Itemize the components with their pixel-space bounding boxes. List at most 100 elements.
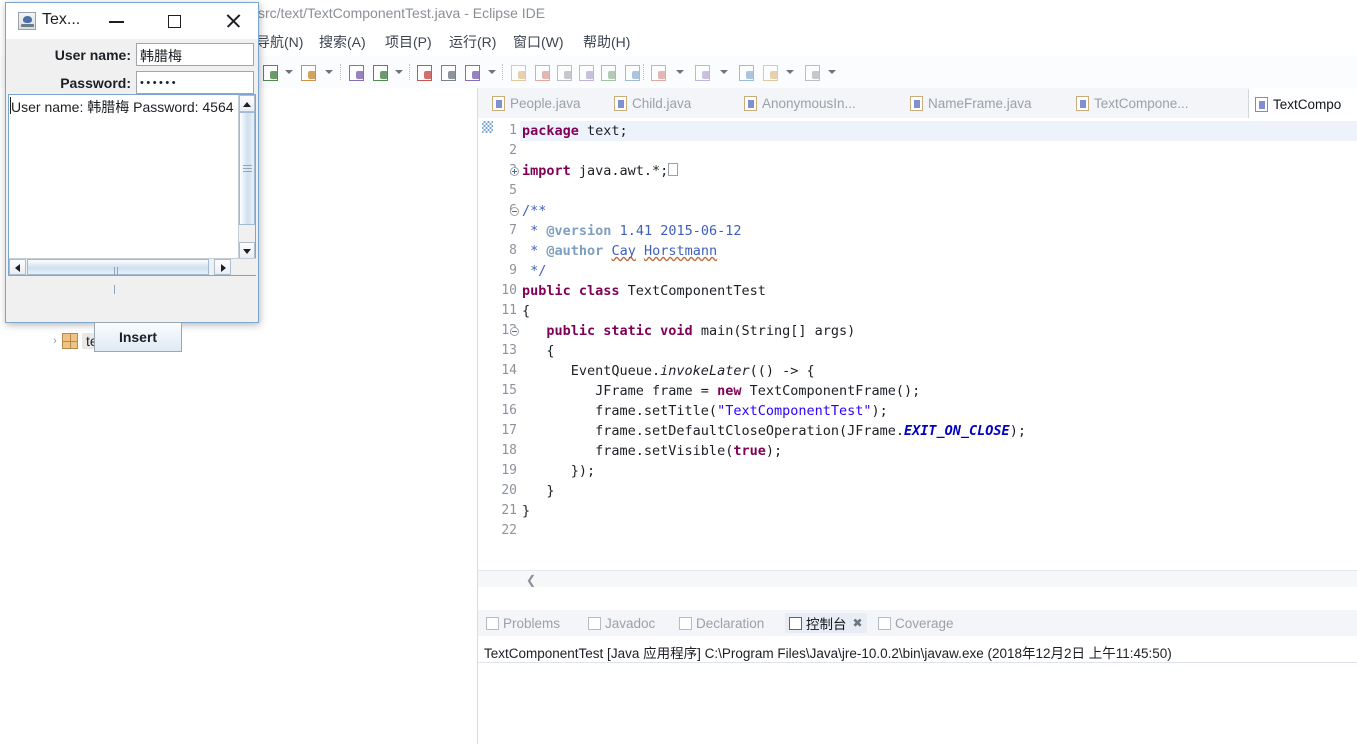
- debug-icon[interactable]: [416, 63, 434, 81]
- chevron-left-icon[interactable]: ❮: [526, 573, 536, 587]
- search-icon[interactable]: [510, 63, 528, 81]
- fold-toggle-12[interactable]: [510, 327, 519, 336]
- horizontal-scroll-thumb[interactable]: [27, 259, 209, 294]
- forward-icon[interactable]: [804, 63, 822, 81]
- scroll-down-button[interactable]: [239, 242, 255, 259]
- bottom-tab-1[interactable]: Javadoc: [588, 613, 655, 633]
- chevron-down-icon[interactable]: [676, 70, 684, 74]
- editor-horizontal-scrollbar[interactable]: ❮: [478, 570, 1357, 587]
- fold-toggle-6[interactable]: [510, 207, 519, 216]
- java-file-icon: [1076, 95, 1089, 111]
- chevron-down-icon[interactable]: [325, 70, 333, 74]
- console-header-divider: [478, 662, 1357, 663]
- editor-tab-3[interactable]: NameFrame.java: [904, 88, 1044, 118]
- code-line-16: frame.setTitle("TextComponentTest");: [522, 403, 888, 419]
- export-icon[interactable]: [578, 63, 596, 81]
- textarea-horizontal-scrollbar[interactable]: [9, 258, 256, 294]
- scroll-up-button[interactable]: [239, 95, 255, 112]
- bottom-view-stack: Problems Javadoc Declaration 控制台 ✖ Coverage T…: [478, 610, 1357, 744]
- menu-item-3[interactable]: 运行(R): [449, 32, 496, 52]
- menu-item-0[interactable]: 导航(N): [256, 32, 303, 52]
- chevron-down-icon[interactable]: [285, 70, 293, 74]
- line-number-10: 10: [501, 283, 517, 298]
- close-button[interactable]: [222, 11, 244, 31]
- insert-button[interactable]: Insert: [94, 322, 182, 352]
- dialog-titlebar[interactable]: Tex...: [6, 3, 258, 40]
- toolbar-separator: [340, 64, 342, 80]
- chevron-down-icon[interactable]: [720, 70, 728, 74]
- line-number-19: 19: [501, 463, 517, 478]
- refresh-icon[interactable]: [372, 63, 390, 81]
- fold-toggle-3[interactable]: [510, 167, 519, 176]
- bottom-tab-label: Coverage: [895, 615, 954, 631]
- run-icon[interactable]: [464, 63, 482, 81]
- lightning-icon[interactable]: [534, 63, 552, 81]
- textarea-vertical-scrollbar[interactable]: [238, 95, 255, 259]
- scroll-right-button[interactable]: [214, 259, 231, 275]
- line-number-5: 5: [509, 183, 517, 198]
- link-icon[interactable]: [556, 63, 574, 81]
- code-line-17: frame.setDefaultCloseOperation(JFrame.EX…: [522, 423, 1026, 439]
- code-pane[interactable]: 1235678910111213141516171819202122 packa…: [478, 118, 1357, 570]
- eclipse-window-title: src/text/TextComponentTest.java - Eclips…: [258, 5, 546, 21]
- code-line-10: public class TextComponentTest: [522, 283, 766, 299]
- editor-tab-label: Child.java: [632, 95, 692, 111]
- editor-tab-1[interactable]: Child.java: [608, 88, 708, 118]
- back2-icon[interactable]: [762, 63, 780, 81]
- code-line-1: package text;: [522, 123, 628, 139]
- menu-item-4[interactable]: 窗口(W): [513, 32, 564, 52]
- editor-tab-2[interactable]: AnonymousIn...: [738, 88, 868, 118]
- editor-tab-bar: People.java Child.java AnonymousIn... NameF…: [478, 88, 1357, 119]
- expand-arrow-icon[interactable]: ›: [48, 335, 62, 347]
- line-number-22: 22: [501, 523, 517, 538]
- code-line-15: JFrame frame = new TextComponentFrame();: [522, 383, 921, 399]
- editor-tab-0[interactable]: People.java: [486, 88, 596, 118]
- line-number-1: 1: [509, 123, 517, 138]
- editor-tab-4[interactable]: TextCompone...: [1070, 88, 1200, 118]
- editor-tab-5[interactable]: TextCompo: [1248, 88, 1357, 118]
- scroll-thumb-grip: [243, 164, 252, 173]
- menu-item-2[interactable]: 项目(P): [385, 32, 432, 52]
- toolbar-separator: [502, 64, 504, 80]
- output-textarea[interactable]: User name: 韩腊梅 Password: 4564: [9, 95, 238, 259]
- new-wizard-icon[interactable]: [348, 63, 366, 81]
- chevron-down-icon[interactable]: [395, 70, 403, 74]
- line-number-7: 7: [509, 223, 517, 238]
- page-icon[interactable]: [600, 63, 618, 81]
- menu-item-5[interactable]: 帮助(H): [583, 32, 630, 52]
- back-icon[interactable]: [738, 63, 756, 81]
- source-code-text[interactable]: package text; import java.awt.*; /** * @…: [520, 118, 1357, 570]
- triangle-down-icon: [243, 249, 251, 254]
- java-file-icon: [1255, 96, 1268, 112]
- chevron-down-icon[interactable]: [786, 70, 794, 74]
- menu-item-1[interactable]: 搜索(A): [319, 32, 366, 52]
- editor-tab-label: NameFrame.java: [928, 95, 1032, 111]
- chevron-down-icon[interactable]: [828, 70, 836, 74]
- bottom-tab-2[interactable]: Declaration: [679, 613, 764, 633]
- bottom-tab-4[interactable]: Coverage: [878, 613, 954, 633]
- username-input[interactable]: 韩腊梅: [136, 43, 254, 66]
- save-icon[interactable]: [300, 63, 318, 81]
- close-icon[interactable]: ✖: [853, 616, 863, 630]
- new-java-project-icon[interactable]: [262, 63, 280, 81]
- vertical-scroll-thumb[interactable]: [239, 112, 255, 225]
- maximize-button[interactable]: [164, 11, 186, 31]
- bottom-tab-0[interactable]: Problems: [486, 613, 560, 633]
- next-icon[interactable]: [694, 63, 712, 81]
- bottom-tab-3[interactable]: 控制台 ✖: [785, 613, 867, 633]
- line-number-17: 17: [501, 423, 517, 438]
- line-number-18: 18: [501, 443, 517, 458]
- pilcrow-icon[interactable]: [624, 63, 642, 81]
- changed-lines-ruler-mark: [482, 121, 493, 133]
- open-folder-icon[interactable]: [440, 63, 458, 81]
- password-input[interactable]: ••••••: [136, 71, 254, 94]
- chevron-down-icon[interactable]: [488, 70, 496, 74]
- bottom-tab-label: 控制台: [806, 617, 847, 632]
- package-icon: [62, 333, 78, 349]
- toolbar-separator: [643, 64, 645, 80]
- code-line-19: });: [522, 463, 596, 479]
- scroll-left-button[interactable]: [9, 259, 26, 275]
- minimize-button[interactable]: [106, 11, 128, 31]
- annotation-icon[interactable]: [650, 63, 668, 81]
